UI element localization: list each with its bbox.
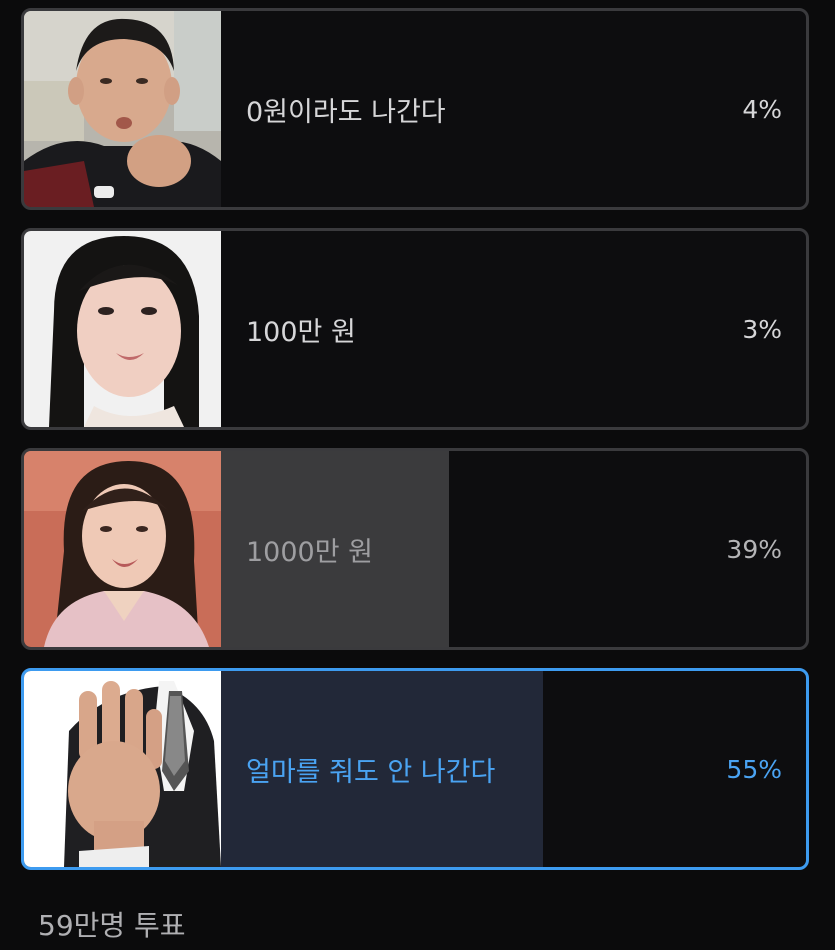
poll-option-100man[interactable]: 100만 원 3% [21, 228, 809, 430]
hand-stop-photo [24, 671, 221, 867]
option-label: 1000만 원 [246, 536, 373, 568]
poll-option-never-leave[interactable]: 얼마를 줘도 안 나간다 55% [21, 668, 809, 870]
option-percent: 39% [726, 534, 782, 564]
poll-widget: 0원이라도 나간다 4% 100만 원 3% 1000만 원 39% 얼마를 줘… [0, 0, 835, 950]
smiling-woman-photo [24, 451, 221, 647]
option-percent: 3% [742, 314, 782, 344]
option-label: 0원이라도 나간다 [246, 96, 446, 128]
bald-man-photo [24, 11, 221, 207]
option-percent: 55% [726, 754, 782, 784]
poll-option-1000man[interactable]: 1000만 원 39% [21, 448, 809, 650]
woman-hairband-photo [24, 231, 221, 427]
total-vote-count: 59만명 투표 [38, 909, 186, 942]
option-percent: 4% [742, 94, 782, 124]
option-label: 얼마를 줘도 안 나간다 [246, 756, 496, 788]
poll-option-0won[interactable]: 0원이라도 나간다 4% [21, 8, 809, 210]
option-label: 100만 원 [246, 316, 356, 348]
